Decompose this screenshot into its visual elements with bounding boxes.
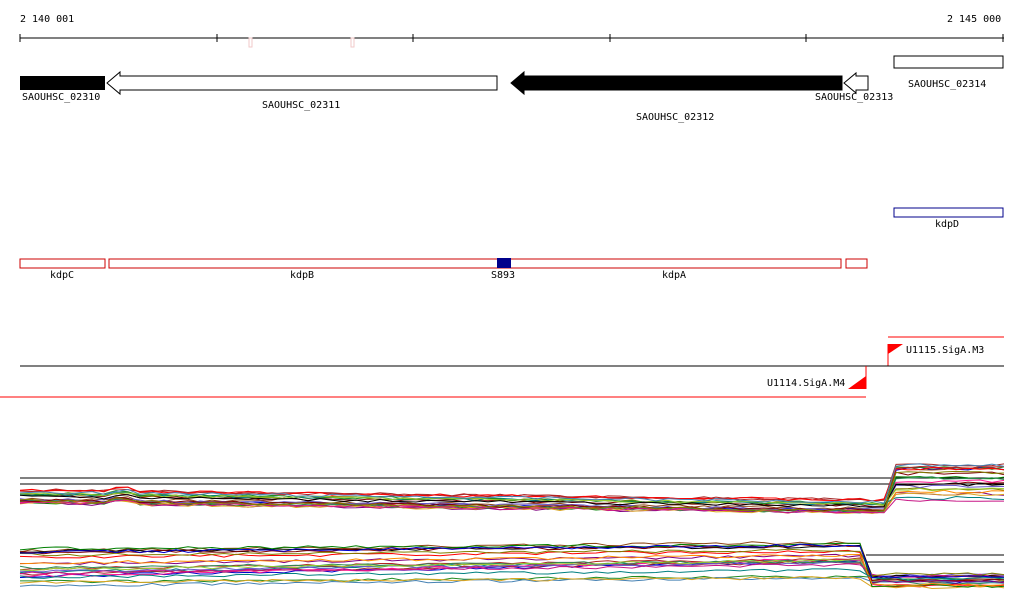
feature-kdpC[interactable] (19, 258, 106, 269)
expression-track-forward (19, 463, 1005, 514)
gene-label-SAOUHSC_02314: SAOUHSC_02314 (908, 79, 987, 90)
gene-SAOUHSC_02312[interactable] (510, 70, 843, 96)
gene-SAOUHSC_02313[interactable] (843, 71, 869, 95)
feature-label-kdpA: kdpA (662, 270, 687, 281)
feature-label-kdpB: kdpB (290, 270, 315, 281)
feature-label-kdpD: kdpD (935, 219, 960, 230)
feature-unnamed-small[interactable] (845, 258, 868, 269)
gene-label-SAOUHSC_02311: SAOUHSC_02311 (262, 100, 341, 111)
expression-profile-line (19, 576, 1005, 589)
gene-label-SAOUHSC_02310: SAOUHSC_02310 (22, 92, 101, 103)
gene-track (20, 55, 1004, 96)
coordinate-ruler (19, 34, 1004, 48)
gene-names-track (19, 207, 1004, 269)
expression-track-reverse (19, 541, 1005, 589)
gene-label-SAOUHSC_02312: SAOUHSC_02312 (636, 112, 715, 123)
feature-kdpD[interactable] (893, 207, 1004, 218)
genome-browser-view: 2 140 001 2 145 000 SAOUHSC_02310 SAOUHS… (0, 0, 1024, 611)
feature-S893[interactable] (497, 258, 511, 268)
gene-SAOUHSC_02314[interactable] (893, 55, 1004, 69)
tss-marker-U1115[interactable] (888, 344, 903, 354)
gene-label-SAOUHSC_02313: SAOUHSC_02313 (815, 92, 894, 103)
gene-SAOUHSC_02311[interactable] (106, 70, 498, 96)
tu-label-U1114: U1114.SigA.M4 (767, 378, 846, 389)
feature-label-S893: S893 (491, 270, 516, 281)
tu-label-U1115: U1115.SigA.M3 (906, 345, 985, 356)
ruler-start-label: 2 140 001 (20, 14, 75, 25)
ruler-end-label: 2 145 000 (947, 14, 1002, 25)
tss-marker-U1114[interactable] (848, 376, 866, 389)
feature-label-kdpC: kdpC (50, 270, 75, 281)
transcription-unit-track (0, 336, 1004, 398)
feature-kdpB-kdpA[interactable] (108, 258, 842, 269)
gene-SAOUHSC_02310[interactable] (20, 76, 105, 90)
